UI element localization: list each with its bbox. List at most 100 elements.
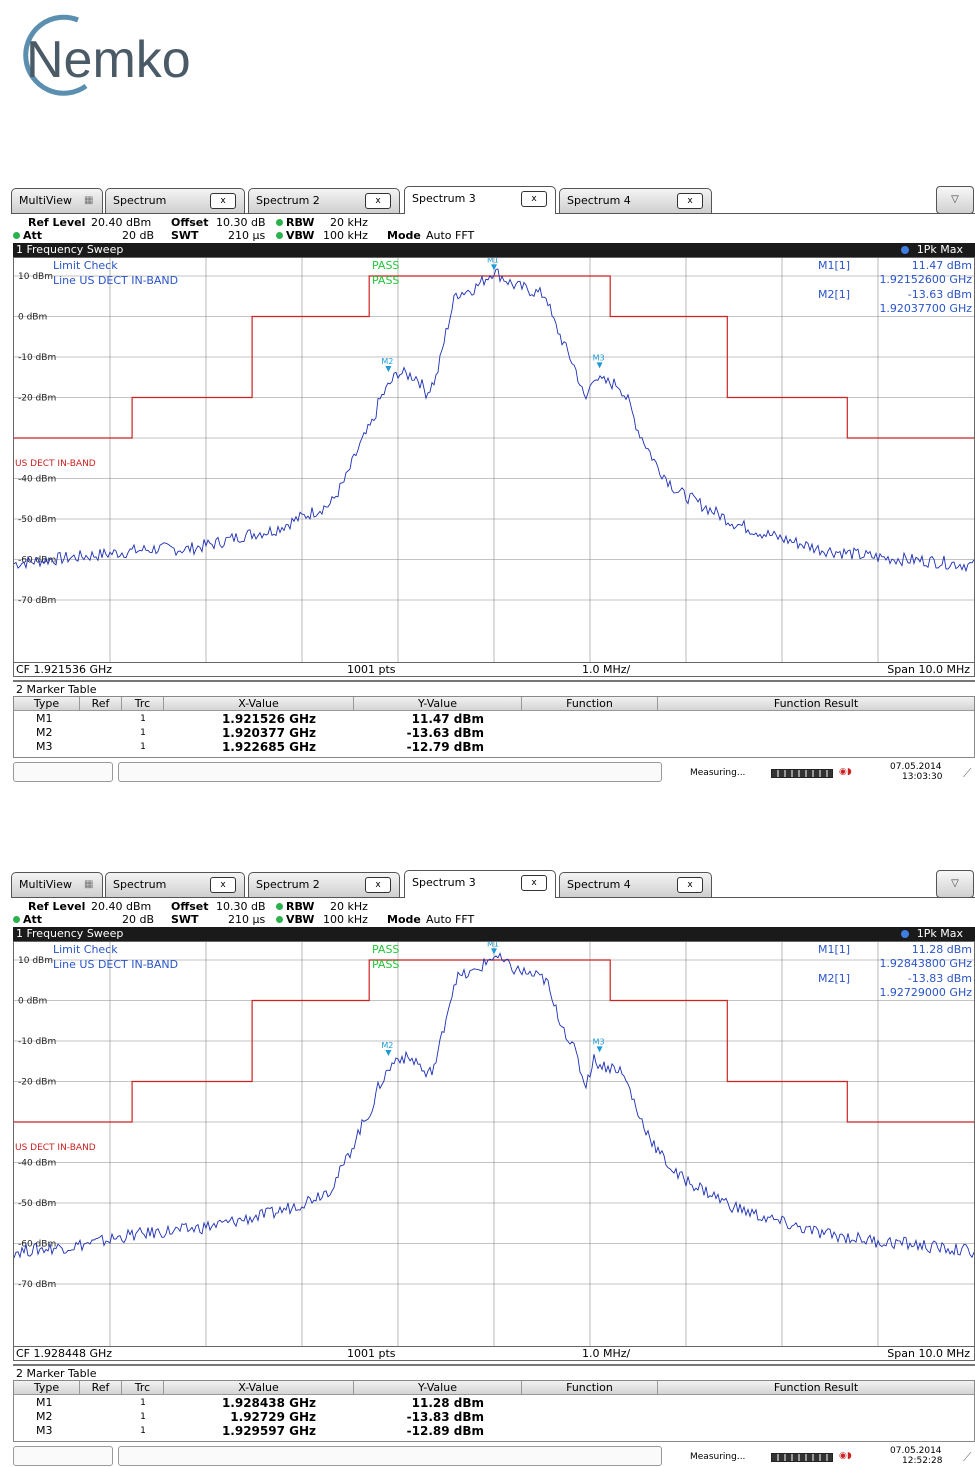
tab-spectrum-4[interactable]: Spectrum 4 x bbox=[559, 872, 712, 897]
y-tick-label: 10 dBm bbox=[18, 956, 53, 966]
tab-spectrum-3[interactable]: Spectrum 3 x bbox=[404, 870, 556, 898]
chevron-down-icon[interactable]: ▽ bbox=[936, 186, 974, 214]
tab-spectrum-3[interactable]: Spectrum 3 x bbox=[404, 186, 556, 214]
spectrum-plot[interactable]: 10 dBm 0 dBm -10 dBm -20 dBm -40 dBm -50 dBm -… bbox=[13, 941, 975, 1347]
close-icon[interactable]: x bbox=[677, 877, 703, 893]
status-dot bbox=[276, 903, 283, 910]
close-icon[interactable]: x bbox=[365, 193, 391, 209]
y-tick-label: -70 dBm bbox=[18, 596, 56, 606]
tab-multiview[interactable]: MultiView ▦ bbox=[11, 872, 103, 897]
spectrum-plot[interactable]: 10 dBm 0 dBm -10 dBm -20 dBm -40 dBm -50 dBm -… bbox=[13, 257, 975, 663]
cell-x: 1.929597 GHz bbox=[221, 1424, 316, 1438]
table-row: M2 1 1.920377 GHz -13.63 dBm bbox=[14, 726, 974, 740]
tab-label: Spectrum 4 bbox=[567, 194, 631, 207]
y-tick-label: -60 dBm bbox=[18, 556, 56, 566]
col-function: Function bbox=[522, 697, 658, 711]
status-box-left bbox=[13, 762, 113, 782]
logo-text: Nemko bbox=[26, 31, 191, 89]
y-tick-label: -40 dBm bbox=[18, 475, 56, 485]
m2-x-value: 1.92037700 GHz bbox=[879, 302, 972, 315]
marker-table-title: 2 Marker Table bbox=[13, 680, 975, 696]
rbw-value: 20 kHz bbox=[330, 216, 368, 229]
y-tick-label: 0 dBm bbox=[18, 313, 47, 323]
offset-label: Offset bbox=[171, 216, 209, 229]
tab-spectrum-2[interactable]: Spectrum 2 x bbox=[248, 872, 400, 897]
y-tick-label: 0 dBm bbox=[18, 997, 47, 1007]
tab-label: MultiView bbox=[19, 878, 72, 891]
progress-bar bbox=[771, 769, 833, 778]
col-trc: Trc bbox=[122, 697, 164, 711]
close-icon[interactable]: x bbox=[210, 877, 236, 893]
span: Span 10.0 MHz bbox=[887, 1347, 970, 1360]
tab-multiview[interactable]: MultiView ▦ bbox=[11, 188, 103, 213]
ref-level-label: Ref Level bbox=[28, 900, 86, 913]
y-tick-label: -50 dBm bbox=[18, 1199, 56, 1209]
tab-label: Spectrum 3 bbox=[412, 192, 476, 205]
measuring-status: Measuring... bbox=[690, 768, 746, 778]
swt-label: SWT bbox=[171, 229, 199, 242]
y-tick-label: -70 dBm bbox=[18, 1280, 56, 1290]
swt-value: 210 µs bbox=[228, 913, 266, 926]
att-label: Att bbox=[13, 913, 42, 926]
col-function-result: Function Result bbox=[773, 1381, 859, 1394]
trace-mode: 1Pk Max bbox=[916, 927, 963, 940]
close-icon[interactable]: x bbox=[521, 191, 547, 207]
center-frequency: CF 1.928448 GHz bbox=[16, 1347, 113, 1360]
measuring-status: Measuring... bbox=[690, 1452, 746, 1462]
cell-type: M3 bbox=[36, 1424, 53, 1437]
division: 1.0 MHz/ bbox=[582, 1347, 631, 1360]
tab-label: Spectrum bbox=[113, 194, 167, 207]
close-icon[interactable]: x bbox=[677, 193, 703, 209]
y-tick-label: -20 dBm bbox=[18, 394, 56, 404]
tab-label: Spectrum 2 bbox=[256, 194, 320, 207]
att-value: 20 dB bbox=[122, 913, 155, 926]
cell-trc: 1 bbox=[140, 1426, 146, 1436]
mode-label: Mode bbox=[387, 913, 421, 926]
rbw-value: 20 kHz bbox=[330, 900, 368, 913]
marker-label: M1 bbox=[487, 258, 499, 264]
mode-value: Auto FFT bbox=[426, 913, 475, 926]
spectrum-panel-1: MultiView ▦ Spectrum x Spectrum 2 x Spec… bbox=[11, 186, 975, 786]
limit-pass-1: PASS bbox=[372, 943, 400, 956]
close-icon[interactable]: x bbox=[521, 875, 547, 891]
m2-label: M2[1] bbox=[818, 972, 851, 985]
ref-level-label: Ref Level bbox=[28, 216, 86, 229]
resize-grip-icon: ⟋ bbox=[963, 766, 972, 780]
marker-label: M2 bbox=[381, 357, 393, 366]
progress-bar bbox=[771, 1453, 833, 1462]
y-tick-label: -40 dBm bbox=[18, 1159, 56, 1169]
tab-spectrum-4[interactable]: Spectrum 4 x bbox=[559, 188, 712, 213]
col-y-value: Y-Value bbox=[354, 697, 522, 711]
status-dot bbox=[276, 916, 283, 923]
limit-line-name: US DECT IN-BAND bbox=[15, 459, 96, 469]
marker-m2 bbox=[385, 1049, 392, 1056]
marker-label: M3 bbox=[593, 353, 605, 362]
status-message-box bbox=[118, 1446, 662, 1466]
m2-label: M2[1] bbox=[818, 288, 851, 301]
table-row: M1 1 1.921526 GHz 11.47 dBm bbox=[14, 712, 974, 726]
att-label: Att bbox=[13, 229, 42, 242]
close-icon[interactable]: x bbox=[365, 877, 391, 893]
table-header: Type Ref Trc X-Value Y-Value Function Fu… bbox=[14, 1381, 974, 1395]
cell-y: -13.63 dBm bbox=[406, 726, 484, 740]
m1-x-value: 1.92843800 GHz bbox=[879, 957, 972, 970]
sweep-title: 1 Frequency Sweep bbox=[16, 243, 124, 256]
close-icon[interactable]: x bbox=[210, 193, 236, 209]
cell-type: M3 bbox=[36, 740, 53, 753]
marker-m2 bbox=[385, 365, 392, 372]
col-ref: Ref bbox=[80, 697, 122, 711]
tab-spectrum[interactable]: Spectrum x bbox=[105, 872, 245, 897]
division: 1.0 MHz/ bbox=[582, 663, 631, 676]
tab-spectrum[interactable]: Spectrum x bbox=[105, 188, 245, 213]
tab-spectrum-2[interactable]: Spectrum 2 x bbox=[248, 188, 400, 213]
hardware-status-icon: ◉◗ bbox=[839, 1451, 852, 1461]
limit-pass-2: PASS bbox=[372, 958, 400, 971]
cell-type: M1 bbox=[36, 712, 53, 725]
col-x-value: X-Value bbox=[164, 697, 354, 711]
cell-x: 1.921526 GHz bbox=[221, 712, 316, 726]
cell-trc: 1 bbox=[140, 728, 146, 738]
table-header: Type Ref Trc X-Value Y-Value Function Fu… bbox=[14, 697, 974, 711]
marker-m3 bbox=[596, 1046, 603, 1053]
swt-label: SWT bbox=[171, 913, 199, 926]
chevron-down-icon[interactable]: ▽ bbox=[936, 870, 974, 898]
